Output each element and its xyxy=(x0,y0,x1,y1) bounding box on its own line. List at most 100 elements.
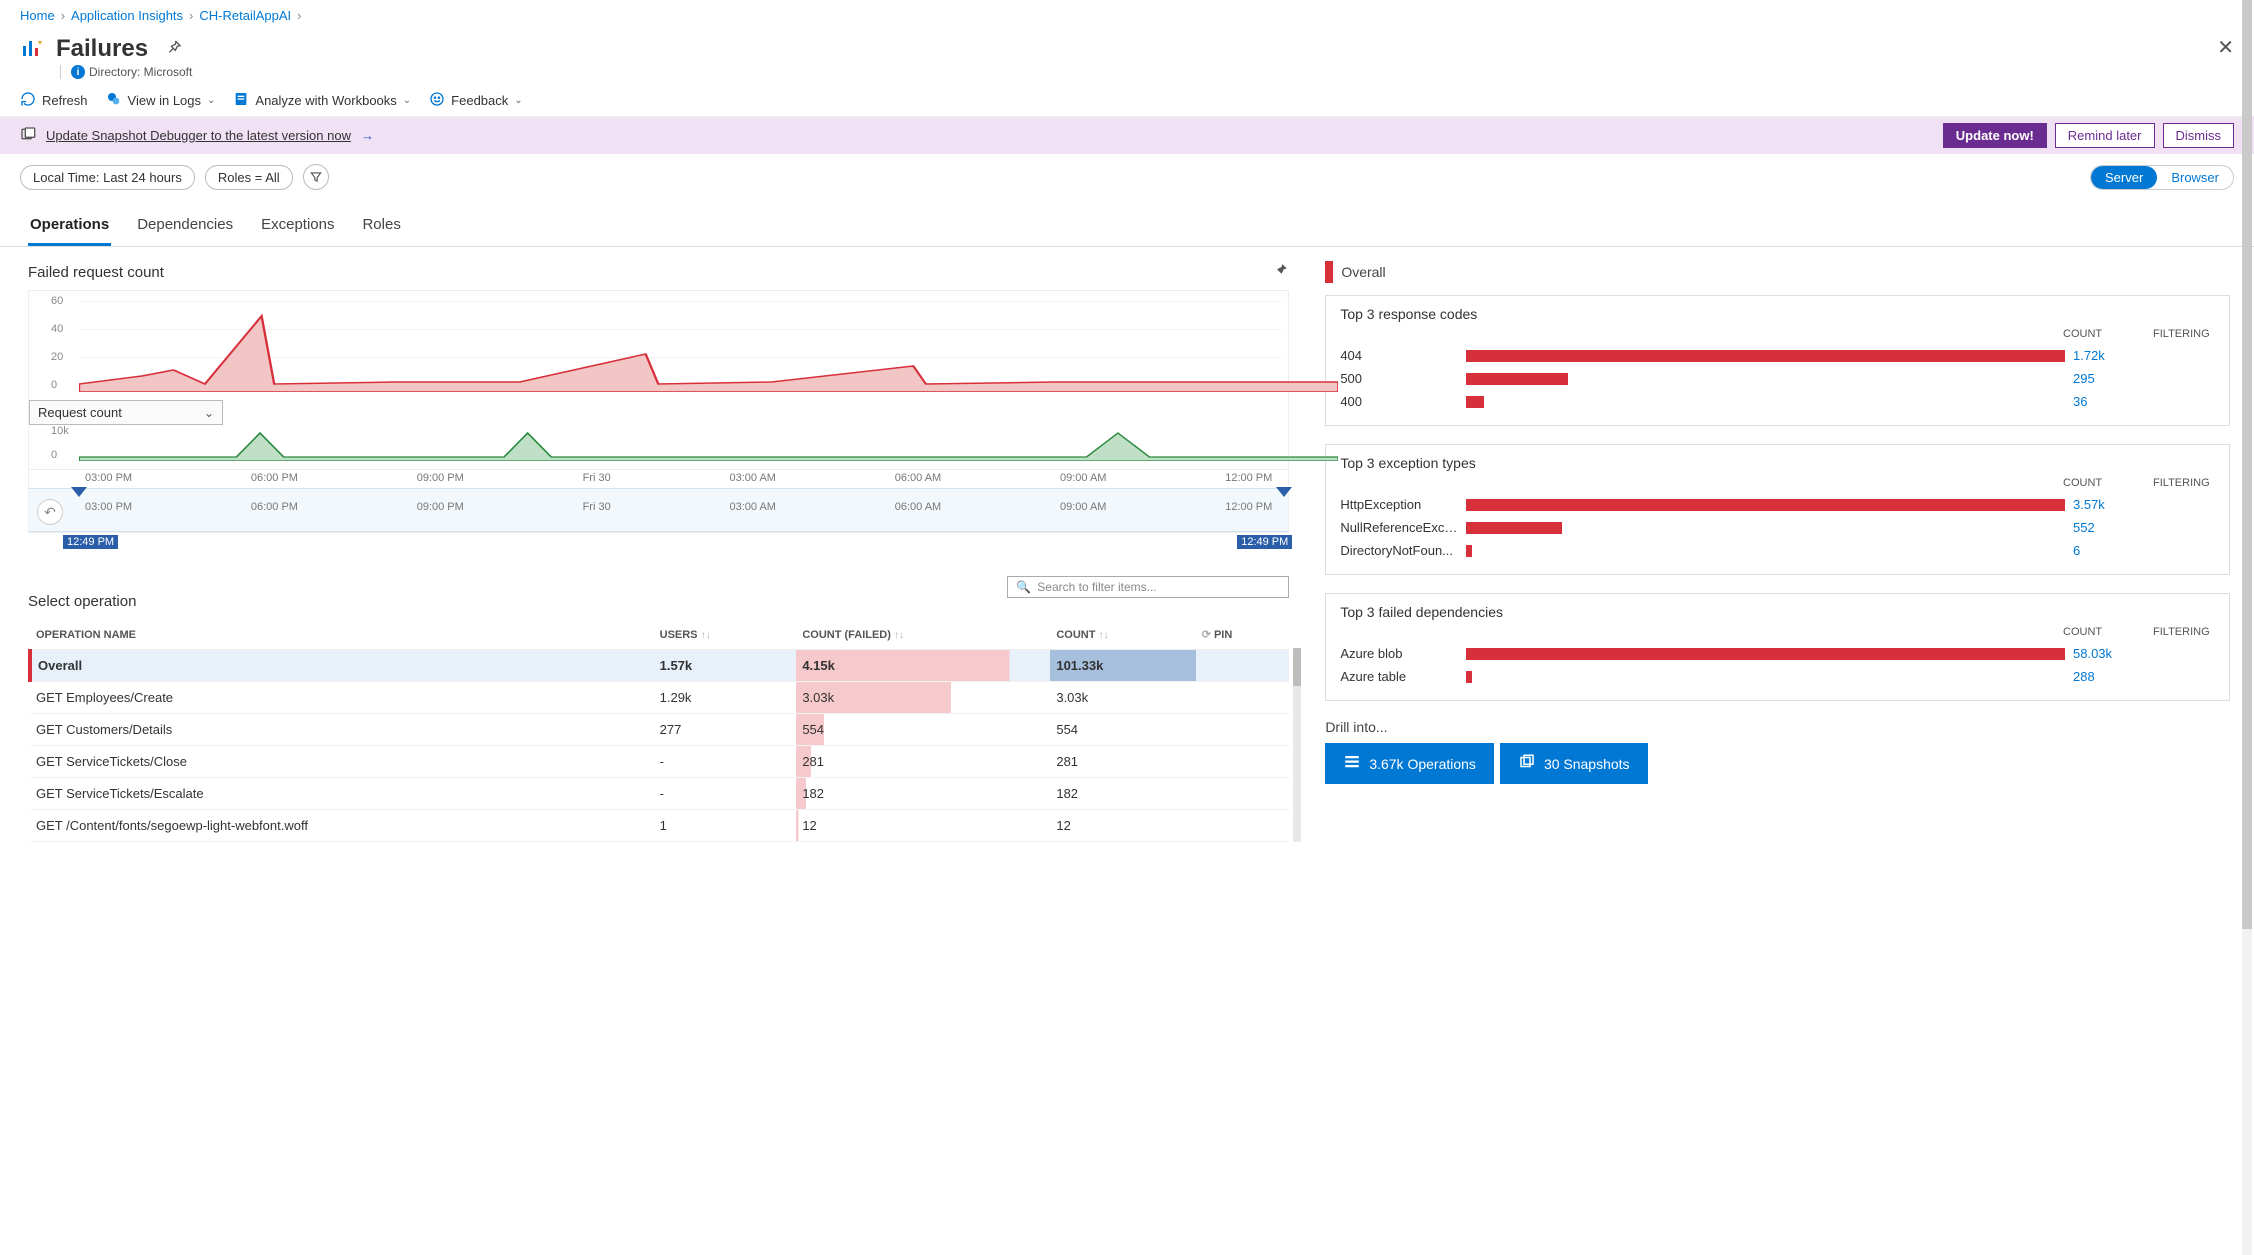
panel-exception-types: Top 3 exception types COUNTFILTERING Htt… xyxy=(1325,444,2230,575)
analyze-workbooks-label: Analyze with Workbooks xyxy=(255,93,396,108)
feedback-button[interactable]: Feedback ⌄ xyxy=(429,91,522,110)
undo-icon[interactable]: ↶ xyxy=(37,499,63,525)
dismiss-button[interactable]: Dismiss xyxy=(2163,123,2235,148)
update-banner-link[interactable]: Update Snapshot Debugger to the latest v… xyxy=(46,128,351,143)
panel-title: Top 3 exception types xyxy=(1340,455,2215,471)
range-handle-left[interactable] xyxy=(71,487,87,497)
server-browser-toggle: Server Browser xyxy=(2090,165,2234,190)
drill-snap-label: 30 Snapshots xyxy=(1544,756,1630,772)
refresh-label: Refresh xyxy=(42,93,88,108)
breadcrumb: Home › Application Insights › CH-RetailA… xyxy=(0,0,2254,31)
col-operation-name[interactable]: OPERATION NAME xyxy=(30,620,654,650)
table-row[interactable]: GET Employees/Create 1.29k 3.03k 3.03k xyxy=(30,682,1289,714)
ytick: 60 xyxy=(51,295,63,307)
drill-operations-button[interactable]: 3.67k Operations xyxy=(1325,743,1494,784)
range-end-label: 12:49 PM xyxy=(1237,535,1292,549)
chart-xaxis: 03:00 PM06:00 PM09:00 PMFri 3003:00 AM06… xyxy=(29,469,1288,486)
page-title: Failures xyxy=(56,35,148,63)
col-users[interactable]: USERS ↑↓ xyxy=(654,620,797,650)
overall-header: Overall xyxy=(1325,261,2230,283)
update-now-button[interactable]: Update now! xyxy=(1943,123,2047,148)
breadcrumb-home[interactable]: Home xyxy=(20,8,55,23)
snapshot-icon xyxy=(20,126,36,145)
tab-exceptions[interactable]: Exceptions xyxy=(259,206,336,246)
chevron-right-icon: › xyxy=(189,8,193,23)
tab-operations[interactable]: Operations xyxy=(28,206,111,246)
panel-row[interactable]: 404 1.72k xyxy=(1340,344,2215,367)
chart-title: Failed request count xyxy=(28,264,164,281)
time-range-scrubber[interactable]: ↶ 03:00 PM06:00 PM09:00 PMFri 3003:00 AM… xyxy=(29,488,1288,532)
ytick: 40 xyxy=(51,323,63,335)
refresh-button[interactable]: Refresh xyxy=(20,91,88,110)
panel-row[interactable]: NullReferenceExce... 552 xyxy=(1340,516,2215,539)
request-count-chart[interactable]: 10k 0 xyxy=(29,425,1288,469)
operations-table: OPERATION NAME USERS ↑↓ COUNT (FAILED) ↑… xyxy=(28,620,1289,842)
drill-snapshots-button[interactable]: 30 Snapshots xyxy=(1500,743,1648,784)
refresh-icon xyxy=(20,91,36,110)
search-input[interactable]: 🔍 Search to filter items... xyxy=(1007,576,1289,598)
toggle-browser[interactable]: Browser xyxy=(2157,166,2233,189)
remind-later-button[interactable]: Remind later xyxy=(2055,123,2155,148)
failures-icon xyxy=(20,36,44,63)
panel-response-codes: Top 3 response codes COUNTFILTERING 404 … xyxy=(1325,295,2230,426)
workbook-icon xyxy=(233,91,249,110)
chevron-down-icon: ⌄ xyxy=(207,95,215,106)
chevron-right-icon: › xyxy=(297,8,301,23)
pin-chart-icon[interactable] xyxy=(1271,261,1289,284)
col-count-failed[interactable]: COUNT (FAILED) ↑↓ xyxy=(796,620,1050,650)
selector-label: Request count xyxy=(38,405,122,420)
roles-pill[interactable]: Roles = All xyxy=(205,165,293,190)
chevron-down-icon: ⌄ xyxy=(514,95,522,106)
command-bar: Refresh View in Logs ⌄ Analyze with Work… xyxy=(0,85,2254,117)
feedback-label: Feedback xyxy=(451,93,508,108)
tab-dependencies[interactable]: Dependencies xyxy=(135,206,235,246)
breadcrumb-appinsights[interactable]: Application Insights xyxy=(71,8,183,23)
table-row[interactable]: GET /Content/fonts/segoewp-light-webfont… xyxy=(30,810,1289,842)
panel-row[interactable]: DirectoryNotFoun... 6 xyxy=(1340,539,2215,562)
view-in-logs-label: View in Logs xyxy=(128,93,201,108)
table-row[interactable]: GET Customers/Details 277 554 554 xyxy=(30,714,1289,746)
analyze-workbooks-button[interactable]: Analyze with Workbooks ⌄ xyxy=(233,91,411,110)
overall-label: Overall xyxy=(1341,264,1385,280)
main-tabs: Operations Dependencies Exceptions Roles xyxy=(0,206,2254,247)
panel-row[interactable]: Azure table 288 xyxy=(1340,665,2215,688)
ytick: 20 xyxy=(51,351,63,363)
panel-title: Top 3 response codes xyxy=(1340,306,2215,322)
pin-icon[interactable] xyxy=(166,39,182,60)
table-row[interactable]: GET ServiceTickets/Close - 281 281 xyxy=(30,746,1289,778)
drill-ops-label: 3.67k Operations xyxy=(1369,756,1476,772)
overall-mark-icon xyxy=(1325,261,1333,283)
toggle-server[interactable]: Server xyxy=(2091,166,2157,189)
add-filter-button[interactable] xyxy=(303,164,329,190)
list-icon xyxy=(1343,753,1361,774)
table-scrollbar[interactable] xyxy=(1293,648,1301,842)
table-row[interactable]: Overall 1.57k 4.15k 101.33k xyxy=(30,650,1289,682)
ytick: 10k xyxy=(51,425,69,437)
chevron-down-icon: ⌄ xyxy=(403,95,411,106)
smile-icon xyxy=(429,91,445,110)
col-pin[interactable]: ⟳ PIN xyxy=(1196,620,1290,650)
view-in-logs-button[interactable]: View in Logs ⌄ xyxy=(106,91,216,110)
snapshot-icon xyxy=(1518,753,1536,774)
panel-row[interactable]: Azure blob 58.03k xyxy=(1340,642,2215,665)
failed-requests-chart[interactable]: 60 40 20 0 xyxy=(29,290,1288,400)
filters-row: Local Time: Last 24 hours Roles = All Se… xyxy=(0,154,2254,200)
range-start-label: 12:49 PM xyxy=(63,535,118,549)
arrow-right-icon: → xyxy=(361,128,374,143)
col-count[interactable]: COUNT ↑↓ xyxy=(1050,620,1195,650)
time-range-pill[interactable]: Local Time: Last 24 hours xyxy=(20,165,195,190)
chevron-down-icon: ⌄ xyxy=(204,406,214,420)
drill-into-title: Drill into... xyxy=(1325,719,2230,735)
tab-roles[interactable]: Roles xyxy=(360,206,402,246)
table-row[interactable]: GET ServiceTickets/Escalate - 182 182 xyxy=(30,778,1289,810)
range-handle-right[interactable] xyxy=(1276,487,1292,497)
logs-icon xyxy=(106,91,122,110)
page-scrollbar[interactable] xyxy=(2242,0,2252,1255)
breadcrumb-resource[interactable]: CH-RetailAppAI xyxy=(199,8,291,23)
close-icon[interactable]: ✕ xyxy=(2217,35,2234,60)
panel-row[interactable]: 400 36 xyxy=(1340,390,2215,413)
chevron-right-icon: › xyxy=(61,8,65,23)
panel-row[interactable]: HttpException 3.57k xyxy=(1340,493,2215,516)
panel-row[interactable]: 500 295 xyxy=(1340,367,2215,390)
select-operation-title: Select operation xyxy=(28,593,136,610)
